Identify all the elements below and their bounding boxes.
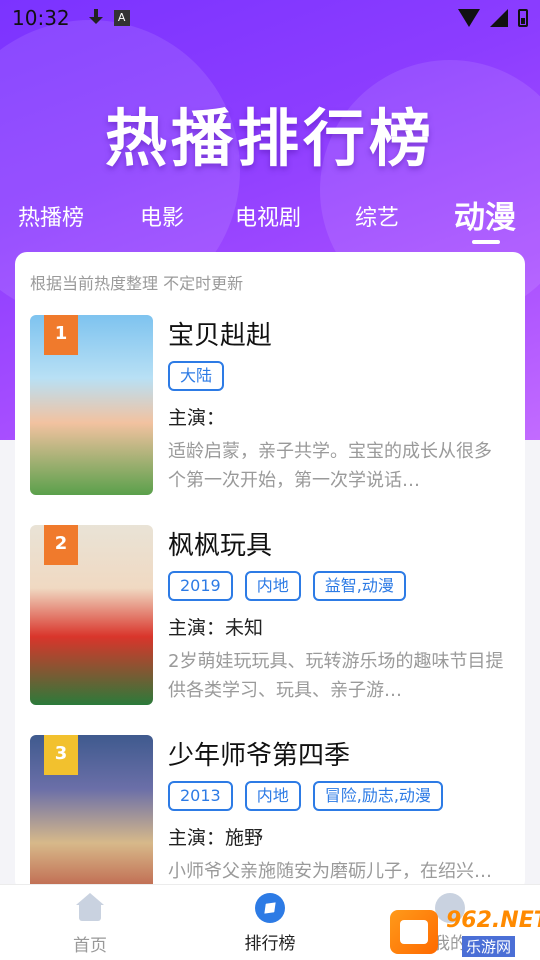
nav-label: 排行榜: [244, 934, 296, 954]
list-note: 根据当前热度整理 不定时更新: [30, 274, 244, 293]
watermark-logo-icon: [390, 910, 438, 954]
nav-ranking[interactable]: 排行榜: [220, 893, 320, 954]
watermark-subtext: 乐游网: [462, 936, 516, 957]
tag-row: 2013 内地 冒险,励志,动漫: [168, 781, 443, 811]
tag: 内地: [244, 571, 301, 601]
tag: 益智,动漫: [312, 571, 406, 601]
category-tabs: 热播榜 电影 电视剧 综艺 动漫: [0, 190, 540, 250]
poster-image[interactable]: 1: [30, 315, 153, 495]
watermark-text: 962.NET: [446, 908, 540, 933]
cast-text: 主演：未知: [168, 617, 264, 639]
tag: 2013: [168, 781, 233, 811]
battery-icon: [518, 9, 528, 27]
tag: 内地: [244, 781, 301, 811]
poster-image[interactable]: 2: [30, 525, 153, 705]
nav-home[interactable]: 首页: [40, 893, 140, 956]
description-text: 小师爷父亲施随安为磨砺儿子，在绍兴…: [168, 861, 492, 882]
description-text: 适龄启蒙，亲子共学。宝宝的成长从很多个第一次开始，第一次学说话…: [168, 441, 492, 491]
page-title: 热播排行榜: [104, 102, 435, 175]
rank-badge: 3: [44, 735, 78, 775]
tag: 2019: [168, 571, 233, 601]
status-bar: 10:32 A: [0, 0, 540, 36]
tab-anime[interactable]: 动漫: [454, 192, 516, 237]
signal-icon: [490, 9, 508, 27]
tab-tv[interactable]: 电视剧: [235, 200, 301, 232]
description-text: 2岁萌娃玩玩具、玩转游乐场的趣味节目提供各类学习、玩具、亲子游…: [168, 651, 504, 701]
poster-image[interactable]: 3: [30, 735, 153, 892]
tag: 大陆: [168, 361, 225, 391]
active-tab-indicator: [472, 240, 500, 244]
status-time: 10:32: [12, 6, 70, 30]
tag-row: 大陆: [168, 361, 225, 391]
list-item[interactable]: 1 宝贝赳赳 大陆 主演： 适龄启蒙，亲子共学。宝宝的成长从很多个第一次开始，第…: [30, 315, 510, 495]
watermark: 962.NET 乐游网: [390, 908, 540, 958]
compass-icon: [255, 893, 285, 923]
rank-badge: 1: [44, 315, 78, 355]
item-title[interactable]: 宝贝赳赳: [168, 315, 272, 352]
item-title[interactable]: 枫枫玩具: [168, 525, 272, 562]
tag-row: 2019 内地 益智,动漫: [168, 571, 406, 601]
tag: 冒险,励志,动漫: [312, 781, 443, 811]
a-notification-icon: A: [113, 10, 130, 26]
cast-text: 主演：施野: [168, 827, 264, 849]
tab-movie[interactable]: 电影: [140, 200, 184, 232]
download-icon: [88, 9, 104, 27]
wifi-icon: [458, 9, 480, 27]
cast-text: 主演：: [168, 407, 226, 429]
list-item[interactable]: 3 少年师爷第四季 2013 内地 冒险,励志,动漫 主演：施野 小师爷父亲施随…: [30, 735, 510, 892]
nav-label: 首页: [73, 936, 107, 956]
rank-badge: 2: [44, 525, 78, 565]
tab-hot[interactable]: 热播榜: [18, 200, 84, 232]
list-item[interactable]: 2 枫枫玩具 2019 内地 益智,动漫 主演：未知 2岁萌娃玩玩具、玩转游乐场…: [30, 525, 510, 705]
tab-variety[interactable]: 综艺: [355, 200, 399, 232]
ranking-list-card: 根据当前热度整理 不定时更新 1 宝贝赳赳 大陆 主演： 适龄启蒙，亲子共学。宝…: [15, 252, 525, 892]
item-title[interactable]: 少年师爷第四季: [168, 735, 350, 772]
home-icon: [74, 893, 106, 925]
